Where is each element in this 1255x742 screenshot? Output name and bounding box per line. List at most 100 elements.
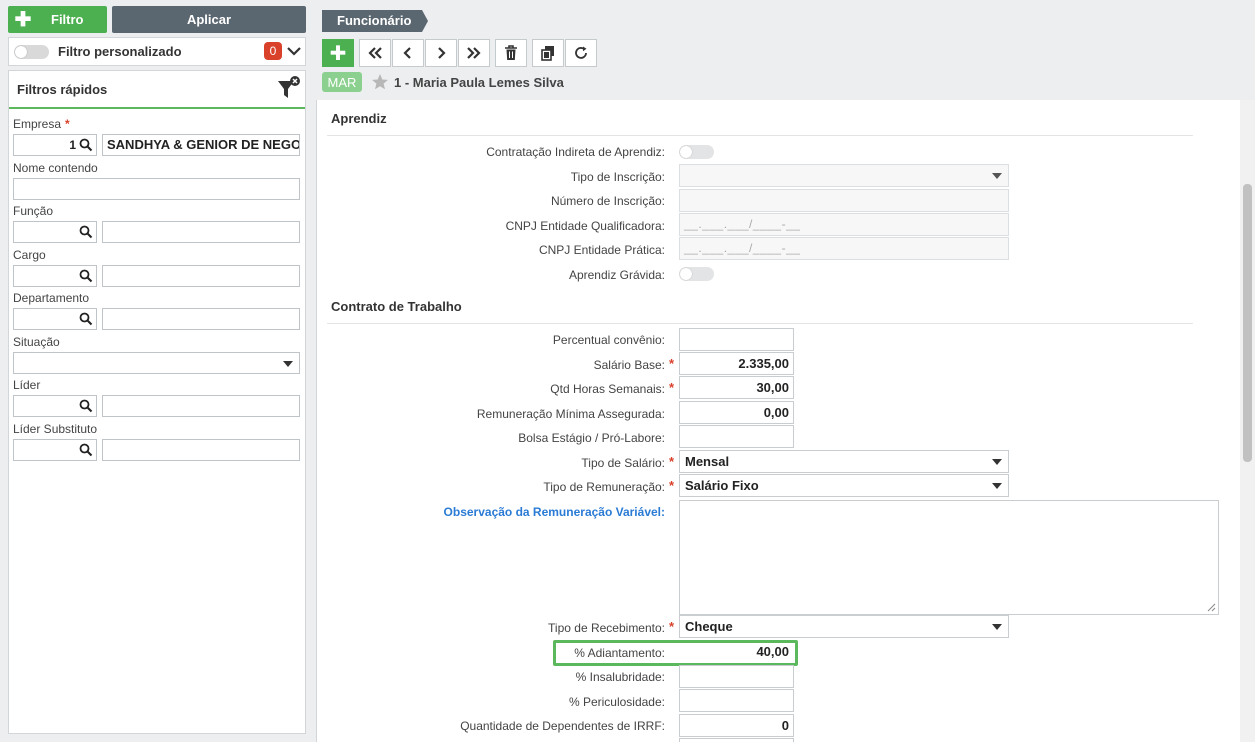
nome-contendo-label: Nome contendo bbox=[13, 161, 98, 175]
salario-base-label: Salário Base: bbox=[593, 358, 665, 372]
cnpj-pratica-input[interactable]: __.___.___/____-__ bbox=[679, 237, 1009, 260]
tipo-salario-select[interactable]: Mensal bbox=[679, 450, 1009, 473]
next-field-input[interactable] bbox=[679, 738, 794, 742]
custom-filter-count-badge: 0 bbox=[264, 42, 282, 60]
tipo-remuneracao-select[interactable]: Salário Fixo bbox=[679, 474, 1009, 497]
cargo-label: Cargo bbox=[13, 248, 46, 262]
insalubridade-label: % Insalubridade: bbox=[575, 670, 665, 684]
quick-filters-header: Filtros rápidos bbox=[9, 71, 305, 109]
dropdown-caret-icon bbox=[992, 173, 1002, 179]
aprendiz-gravida-label: Aprendiz Grávida: bbox=[568, 268, 665, 282]
observacao-remuneracao-label[interactable]: Observação da Remuneração Variável: bbox=[444, 505, 665, 519]
add-record-button[interactable]: ✚ bbox=[322, 39, 354, 67]
salario-base-input[interactable]: 2.335,00 bbox=[679, 352, 794, 375]
search-icon[interactable] bbox=[79, 399, 93, 413]
plus-icon: ✚ bbox=[14, 9, 32, 31]
lider-name-input[interactable] bbox=[102, 395, 300, 417]
percentual-convenio-label: Percentual convênio: bbox=[552, 333, 665, 347]
lider-substituto-label: Líder Substituto bbox=[13, 422, 98, 436]
lider-code-input[interactable] bbox=[13, 395, 97, 417]
search-icon[interactable] bbox=[79, 269, 93, 283]
departamento-label: Departamento bbox=[13, 291, 90, 305]
departamento-name-input[interactable] bbox=[102, 308, 300, 330]
aprendiz-gravida-toggle[interactable] bbox=[679, 267, 714, 281]
required-marker: * bbox=[669, 380, 675, 395]
section-divider bbox=[327, 323, 1193, 324]
chevron-left-icon bbox=[403, 47, 411, 59]
cnpj-mask: __.___.___/____-__ bbox=[684, 217, 801, 231]
copy-button[interactable] bbox=[532, 39, 564, 67]
tipo-inscricao-label: Tipo de Inscrição: bbox=[570, 170, 665, 184]
star-icon[interactable] bbox=[371, 73, 389, 91]
section-divider bbox=[327, 135, 1193, 136]
form-content: Aprendiz Contratação Indireta de Aprendi… bbox=[316, 100, 1240, 742]
observacao-remuneracao-textarea[interactable] bbox=[679, 500, 1219, 615]
record-header: MAR 1 - Maria Paula Lemes Silva bbox=[322, 72, 564, 92]
first-record-button[interactable] bbox=[359, 39, 391, 67]
custom-filter-label: Filtro personalizado bbox=[58, 44, 182, 59]
refresh-button[interactable] bbox=[565, 39, 597, 67]
tipo-salario-label: Tipo de Salário: bbox=[581, 456, 665, 470]
resize-handle-icon[interactable] bbox=[1207, 603, 1216, 612]
tipo-inscricao-select[interactable] bbox=[679, 164, 1009, 187]
tipo-recebimento-select[interactable]: Cheque bbox=[679, 615, 1009, 638]
required-marker: * bbox=[669, 356, 675, 371]
lider-substituto-name-input[interactable] bbox=[102, 439, 300, 461]
bolsa-estagio-input[interactable] bbox=[679, 425, 794, 448]
cnpj-qualificadora-label: CNPJ Entidade Qualificadora: bbox=[505, 219, 665, 233]
add-filter-button[interactable]: ✚ Filtro bbox=[8, 6, 107, 33]
situacao-label: Situação bbox=[13, 335, 60, 349]
delete-button[interactable] bbox=[495, 39, 527, 67]
insalubridade-input[interactable] bbox=[679, 665, 794, 688]
tipo-remuneracao-label: Tipo de Remuneração: bbox=[543, 480, 665, 494]
situacao-select[interactable] bbox=[13, 352, 300, 374]
funcao-label: Função bbox=[13, 204, 54, 218]
record-toolbar: ✚ bbox=[322, 39, 598, 67]
double-chevron-left-icon bbox=[368, 47, 382, 59]
nome-contendo-input[interactable] bbox=[13, 178, 300, 200]
dependentes-irrf-input[interactable]: 0 bbox=[679, 714, 794, 737]
lider-substituto-code-input[interactable] bbox=[13, 439, 97, 461]
copy-icon bbox=[541, 46, 554, 61]
search-icon[interactable] bbox=[79, 225, 93, 239]
last-record-button[interactable] bbox=[458, 39, 490, 67]
empresa-name-input[interactable]: SANDHYA & GENIOR DE NEGOCIOS bbox=[102, 134, 300, 156]
search-icon[interactable] bbox=[79, 443, 93, 457]
next-record-button[interactable] bbox=[425, 39, 457, 67]
contratacao-indireta-toggle[interactable] bbox=[679, 145, 714, 159]
bolsa-estagio-label: Bolsa Estágio / Pró-Labore: bbox=[518, 431, 665, 445]
search-icon[interactable] bbox=[79, 138, 93, 152]
remuneracao-minima-label: Remuneração Mínima Assegurada: bbox=[476, 407, 665, 421]
content-scrollbar[interactable] bbox=[1240, 100, 1255, 742]
empresa-code-input[interactable]: 1 bbox=[13, 134, 97, 156]
departamento-code-input[interactable] bbox=[13, 308, 97, 330]
filter-button-label: Filtro bbox=[51, 12, 84, 27]
numero-inscricao-input[interactable] bbox=[679, 189, 1009, 212]
funcao-name-input[interactable] bbox=[102, 221, 300, 243]
required-marker: * bbox=[669, 619, 675, 634]
empresa-label: Empresa * bbox=[13, 117, 70, 131]
previous-record-button[interactable] bbox=[392, 39, 424, 67]
apply-button[interactable]: Aplicar bbox=[112, 6, 306, 33]
clear-filter-icon[interactable] bbox=[275, 74, 301, 102]
cnpj-mask: __.___.___/____-__ bbox=[684, 241, 801, 255]
cargo-code-input[interactable] bbox=[13, 265, 97, 287]
cargo-name-input[interactable] bbox=[102, 265, 300, 287]
breadcrumb[interactable]: Funcionário bbox=[322, 10, 428, 32]
chevron-right-icon bbox=[438, 47, 446, 59]
percentual-convenio-input[interactable] bbox=[679, 328, 794, 351]
double-chevron-right-icon bbox=[467, 47, 481, 59]
record-tag-badge: MAR bbox=[322, 72, 362, 92]
custom-filter-toggle[interactable] bbox=[14, 44, 49, 59]
refresh-icon bbox=[575, 46, 587, 59]
cnpj-qualificadora-input[interactable]: __.___.___/____-__ bbox=[679, 213, 1009, 236]
chevron-down-icon[interactable] bbox=[286, 42, 302, 60]
required-marker: * bbox=[669, 454, 675, 469]
periculosidade-input[interactable] bbox=[679, 689, 794, 712]
qtd-horas-input[interactable]: 30,00 bbox=[679, 376, 794, 399]
search-icon[interactable] bbox=[79, 312, 93, 326]
funcao-code-input[interactable] bbox=[13, 221, 97, 243]
scrollbar-thumb[interactable] bbox=[1243, 184, 1252, 462]
remuneracao-minima-input[interactable]: 0,00 bbox=[679, 401, 794, 424]
cnpj-pratica-label: CNPJ Entidade Prática: bbox=[538, 243, 665, 257]
